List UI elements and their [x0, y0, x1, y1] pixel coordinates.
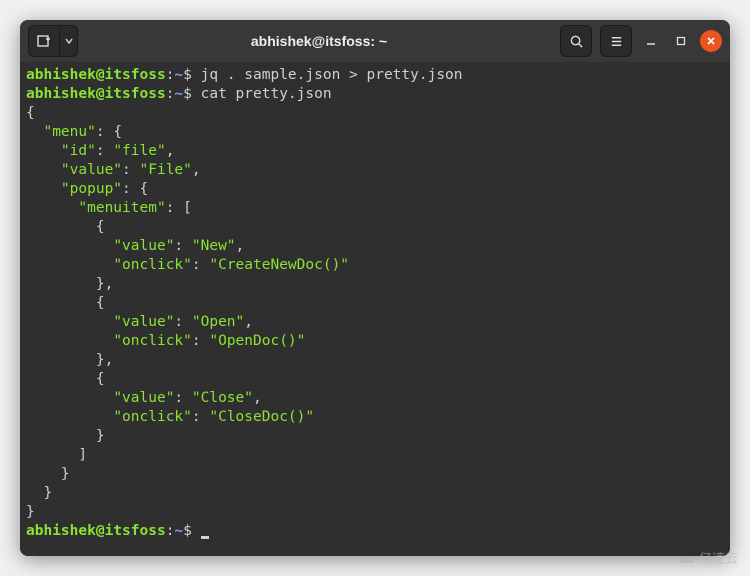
window-controls [560, 25, 722, 57]
close-icon [706, 36, 716, 46]
maximize-icon [676, 36, 686, 46]
new-tab-button[interactable] [29, 26, 59, 56]
close-button[interactable] [700, 30, 722, 52]
minimize-icon [646, 36, 656, 46]
search-icon [569, 34, 584, 49]
terminal-body[interactable]: abhishek@itsfoss:~$ jq . sample.json > p… [20, 62, 730, 556]
search-button[interactable] [560, 25, 592, 57]
cloud-icon: ☁ [677, 547, 695, 568]
tab-dropdown-button[interactable] [59, 26, 77, 56]
watermark-text: 亿速云 [699, 548, 738, 567]
minimize-button[interactable] [640, 30, 662, 52]
maximize-button[interactable] [670, 30, 692, 52]
new-tab-group [28, 25, 78, 57]
hamburger-icon [609, 34, 624, 49]
terminal-window: abhishek@itsfoss: ~ [20, 20, 730, 556]
titlebar: abhishek@itsfoss: ~ [20, 20, 730, 62]
new-tab-icon [36, 33, 52, 49]
menu-button[interactable] [600, 25, 632, 57]
window-title: abhishek@itsfoss: ~ [84, 33, 554, 49]
watermark: ☁ 亿速云 [677, 547, 738, 568]
chevron-down-icon [65, 37, 73, 45]
